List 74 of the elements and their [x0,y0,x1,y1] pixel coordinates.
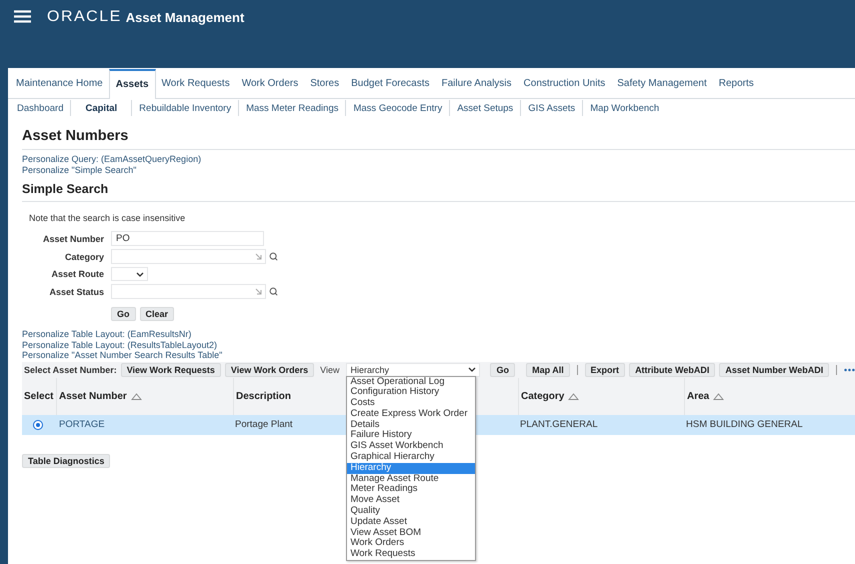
dropdown-option[interactable]: View Asset BOM [347,528,476,538]
table-cell: HSM BUILDING GENERAL [684,414,855,434]
sort-icon[interactable] [713,392,724,400]
sub-tab[interactable]: Dashboard [10,102,70,114]
dropdown-option[interactable]: Move Asset [347,495,476,506]
search-note: Note that the search is case insensitive [28,212,186,225]
personalize-link[interactable]: Personalize Table Layout: (EamResultsNr) [22,329,855,340]
chevron-down-icon[interactable] [136,272,144,276]
section-title: Simple Search [22,175,855,202]
table-cell[interactable]: PORTAGE [56,414,233,434]
view-label: View [320,364,340,374]
input-field[interactable] [111,284,266,299]
search-button[interactable]: Clear [140,307,174,321]
toolbar-label: Select Asset Number: [24,364,117,374]
sub-tab[interactable]: Mass Meter Readings [239,102,346,114]
toolbar-button[interactable]: Map All [526,362,570,376]
personalize-link[interactable]: Personalize "Asset Number Search Results Table" [22,350,855,360]
personalize-link[interactable]: Personalize "Simple Search" [22,164,855,175]
sub-tab[interactable]: Rebuildable Inventory [132,102,238,114]
radio-button[interactable] [33,420,43,430]
dropdown-option[interactable]: Meter Readings [347,484,476,496]
column-header: Select [22,378,56,414]
toolbar-button[interactable]: Asset Number WebADI [719,362,830,376]
arrow-icon[interactable] [255,253,262,260]
go-button[interactable]: Go [490,362,515,376]
sub-tab[interactable]: GIS Assets [521,102,582,114]
dropdown-option[interactable]: GIS Asset Workbench [347,441,476,452]
toolbar-button[interactable]: View Work Orders [224,362,314,376]
input-field[interactable]: PO [111,231,264,246]
dropdown-option[interactable]: Configuration History [347,387,476,398]
sort-icon[interactable] [130,392,142,400]
personalize-link[interactable]: Personalize Table Layout: (ResultsTableLayout2) [22,340,855,350]
table-cell: PLANT.GENERAL [518,414,684,434]
dropdown-option[interactable]: Costs [347,398,476,409]
sub-tab[interactable]: Asset Setups [450,102,520,114]
column-header[interactable]: Asset Number [56,378,233,414]
sub-tab[interactable]: Map Workbench [583,102,666,114]
input-field[interactable] [111,249,266,264]
select-field[interactable] [111,267,148,281]
dropdown-option[interactable]: Manage Asset Route [347,474,476,484]
sub-tab[interactable]: Mass Geocode Entry [346,102,450,114]
nav-tab[interactable]: Assets [108,69,156,99]
dropdown-option[interactable]: Hierarchy [347,462,476,474]
column-header[interactable]: Area [684,378,855,414]
more-icon[interactable] [844,368,855,372]
search-icon[interactable] [269,252,278,261]
personalize-link[interactable]: Personalize Query: (EamAssetQueryRegion) [22,154,855,164]
dropdown-option[interactable]: Asset Operational Log [347,376,476,388]
app-title: Asset Management [126,10,244,25]
chevron-down-icon[interactable] [468,367,476,372]
search-icon[interactable] [269,287,278,296]
toolbar-button[interactable]: Attribute WebADI [629,362,716,376]
page-title: Asset Numbers [22,117,855,150]
field-label: Asset Route [50,269,104,279]
sort-icon[interactable] [568,392,580,400]
dropdown-option[interactable]: Work Requests [347,549,476,560]
dropdown-option[interactable]: Update Asset [347,516,476,528]
dropdown-option[interactable]: Work Orders [347,538,476,550]
table-diagnostics-button[interactable]: Table Diagnostics [22,454,110,468]
toolbar-button[interactable]: Export [584,362,626,376]
column-header[interactable]: Category [518,378,684,414]
field-label: Asset Number [42,234,104,244]
arrow-icon[interactable] [255,288,262,295]
dropdown-option[interactable]: Quality [347,506,476,517]
sub-tab[interactable]: Capital [71,102,132,114]
field-label: Asset Status [48,286,104,296]
dropdown-option[interactable]: Details [347,420,476,430]
menu-icon[interactable] [14,10,31,23]
field-label: Category [64,252,104,262]
dropdown-option[interactable]: Graphical Hierarchy [347,452,476,463]
view-select[interactable]: Hierarchy [346,362,480,376]
search-button[interactable]: Go [111,307,136,321]
toolbar-button[interactable]: View Work Requests [120,362,221,376]
logo: ORACLE [47,8,122,26]
